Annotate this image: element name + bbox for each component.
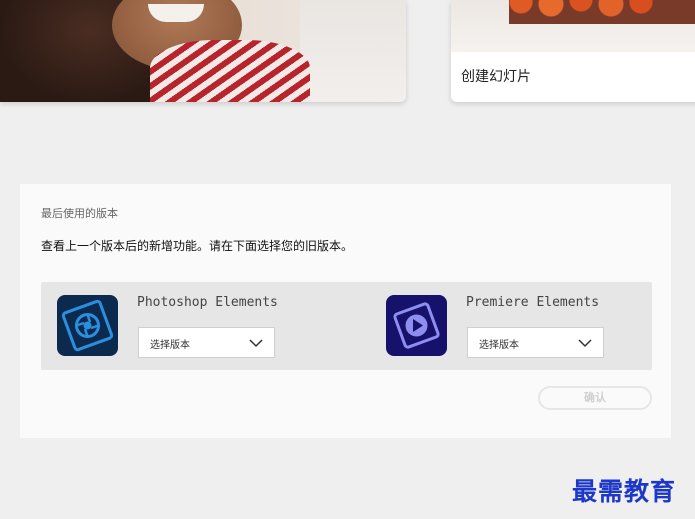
product-selector-row: Photoshop Elements 选择版本 Premiere Element… — [41, 282, 652, 370]
photo-card[interactable] — [0, 0, 406, 102]
photo-background — [300, 0, 406, 102]
panel-heading: 最后使用的版本 — [41, 207, 118, 220]
last-version-panel: 最后使用的版本 查看上一个版本后的新增功能。请在下面选择您的旧版本。 Photo… — [20, 184, 671, 438]
panel-description: 查看上一个版本后的新增功能。请在下面选择您的旧版本。 — [41, 239, 354, 253]
select-value: 选择版本 — [150, 340, 190, 351]
watermark-logo-text: 最需教育 — [572, 477, 677, 506]
product-name-photoshop: Photoshop Elements — [137, 295, 278, 310]
chevron-down-icon — [249, 339, 263, 348]
slideshow-card-oranges — [509, 0, 695, 24]
photoshop-version-select[interactable]: 选择版本 — [138, 327, 275, 358]
slideshow-card-title: 创建幻灯片 — [461, 69, 531, 85]
photoshop-elements-icon — [57, 295, 118, 356]
slideshow-card[interactable]: 创建幻灯片 — [451, 0, 695, 102]
confirm-button[interactable]: 确认 — [538, 386, 652, 410]
photo-shirt — [150, 40, 310, 102]
select-value: 选择版本 — [479, 340, 519, 351]
chevron-down-icon — [578, 339, 592, 348]
premiere-version-select[interactable]: 选择版本 — [467, 327, 604, 358]
product-name-premiere: Premiere Elements — [466, 295, 600, 310]
premiere-elements-icon — [386, 295, 447, 356]
